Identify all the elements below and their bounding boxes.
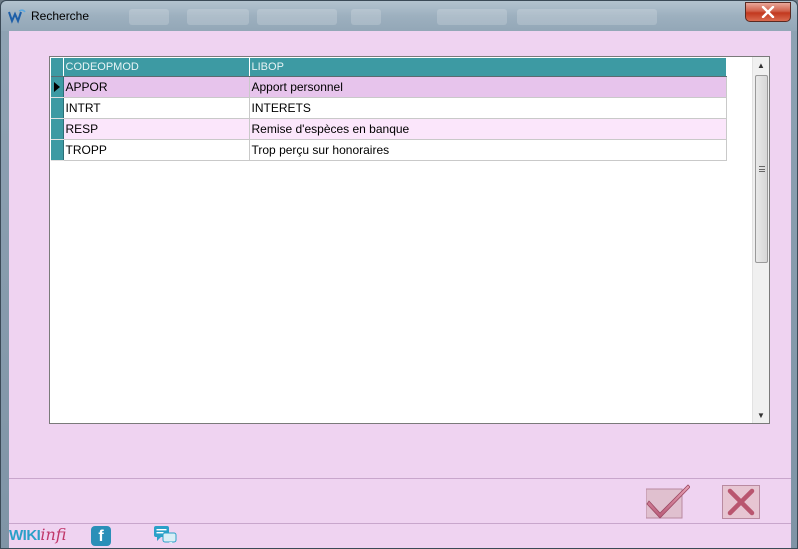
cancel-button[interactable] — [722, 485, 760, 519]
background-ghost — [517, 9, 657, 25]
row-indicator-header — [51, 58, 64, 77]
background-ghost — [437, 9, 507, 25]
cell-code[interactable]: INTRT — [63, 97, 250, 119]
scroll-up-arrow-icon[interactable]: ▲ — [753, 57, 769, 73]
table-row[interactable]: APPOR Apport personnel — [51, 76, 727, 98]
background-ghost — [257, 9, 337, 25]
grip-icon — [758, 166, 765, 172]
search-window: Recherche CODEOPMOD LIBOP APPOR Apport p… — [0, 0, 798, 549]
row-indicator[interactable] — [51, 139, 64, 161]
close-button[interactable] — [745, 2, 791, 22]
footer-bar — [9, 524, 791, 548]
row-indicator[interactable] — [51, 118, 64, 140]
scrollbar-thumb[interactable] — [755, 75, 768, 263]
row-indicator[interactable] — [51, 97, 64, 119]
app-logo-icon — [8, 9, 26, 24]
cell-label[interactable]: Trop perçu sur honoraires — [249, 139, 727, 161]
table-row[interactable]: TROPP Trop perçu sur honoraires — [51, 139, 727, 161]
background-ghost — [351, 9, 381, 25]
row-indicator[interactable] — [51, 76, 64, 98]
cell-code[interactable]: TROPP — [63, 139, 250, 161]
client-area: CODEOPMOD LIBOP APPOR Apport personnel I… — [9, 31, 791, 548]
chat-icon[interactable] — [153, 525, 177, 545]
cell-code[interactable]: RESP — [63, 118, 250, 140]
cell-label[interactable]: Apport personnel — [249, 76, 727, 98]
wikiinfi-logo-text: infi — [40, 525, 67, 544]
facebook-icon[interactable]: f — [91, 526, 111, 546]
current-row-arrow-icon — [54, 81, 60, 92]
background-ghost — [129, 9, 169, 25]
wikiinfi-logo-text: WIKI — [9, 527, 41, 544]
results-panel: CODEOPMOD LIBOP APPOR Apport personnel I… — [9, 31, 791, 479]
results-grid[interactable]: CODEOPMOD LIBOP APPOR Apport personnel I… — [49, 56, 770, 424]
cell-label[interactable]: Remise d'espèces en banque — [249, 118, 727, 140]
column-header-label[interactable]: LIBOP — [249, 58, 727, 77]
header-row: CODEOPMOD LIBOP — [51, 58, 727, 77]
cell-label[interactable]: INTERETS — [249, 97, 727, 119]
vertical-scrollbar[interactable]: ▲ ▼ — [752, 57, 769, 423]
scroll-down-arrow-icon[interactable]: ▼ — [753, 407, 769, 423]
column-header-code[interactable]: CODEOPMOD — [63, 58, 250, 77]
wikiinfi-logo[interactable]: WIKI infi — [9, 525, 66, 545]
results-table: CODEOPMOD LIBOP APPOR Apport personnel I… — [51, 58, 727, 161]
table-row[interactable]: RESP Remise d'espèces en banque — [51, 118, 727, 140]
background-ghost — [187, 9, 249, 25]
window-title: Recherche — [31, 9, 90, 23]
title-bar[interactable]: Recherche — [1, 1, 797, 31]
close-icon — [761, 6, 775, 18]
table-row[interactable]: INTRT INTERETS — [51, 97, 727, 119]
cell-code[interactable]: APPOR — [63, 76, 250, 98]
validate-button[interactable] — [646, 483, 690, 519]
